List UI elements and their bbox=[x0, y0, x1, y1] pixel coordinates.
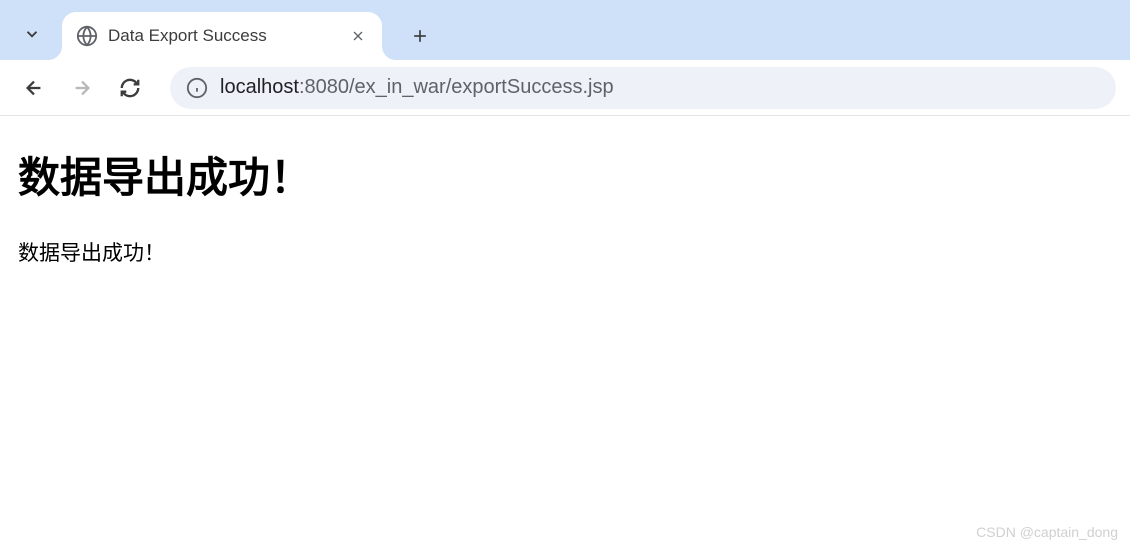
globe-icon bbox=[76, 25, 98, 47]
arrow-left-icon bbox=[23, 77, 45, 99]
close-icon bbox=[350, 28, 366, 44]
reload-icon bbox=[119, 77, 141, 99]
url-host: localhost bbox=[220, 76, 299, 98]
address-bar[interactable]: localhost:8080/ex_in_war/exportSuccess.j… bbox=[170, 67, 1116, 109]
site-info-button[interactable] bbox=[186, 77, 208, 99]
plus-icon bbox=[410, 26, 430, 46]
browser-tab[interactable]: Data Export Success bbox=[62, 12, 382, 60]
tab-strip: Data Export Success bbox=[0, 0, 1130, 60]
new-tab-button[interactable] bbox=[402, 18, 438, 54]
close-tab-button[interactable] bbox=[348, 26, 368, 46]
url-path: /ex_in_war/exportSuccess.jsp bbox=[349, 76, 614, 98]
url-text: localhost:8080/ex_in_war/exportSuccess.j… bbox=[220, 76, 614, 99]
browser-toolbar: localhost:8080/ex_in_war/exportSuccess.j… bbox=[0, 60, 1130, 116]
url-port: :8080 bbox=[299, 76, 349, 98]
watermark: CSDN @captain_dong bbox=[976, 524, 1118, 540]
back-button[interactable] bbox=[14, 68, 54, 108]
reload-button[interactable] bbox=[110, 68, 150, 108]
info-icon bbox=[186, 77, 208, 99]
arrow-right-icon bbox=[71, 77, 93, 99]
chevron-down-icon bbox=[23, 25, 41, 43]
page-message: 数据导出成功！ bbox=[18, 237, 1112, 267]
page-heading: 数据导出成功！ bbox=[18, 144, 1112, 205]
page-body: 数据导出成功！ 数据导出成功！ bbox=[0, 116, 1130, 295]
forward-button[interactable] bbox=[62, 68, 102, 108]
tab-title: Data Export Success bbox=[108, 26, 338, 46]
